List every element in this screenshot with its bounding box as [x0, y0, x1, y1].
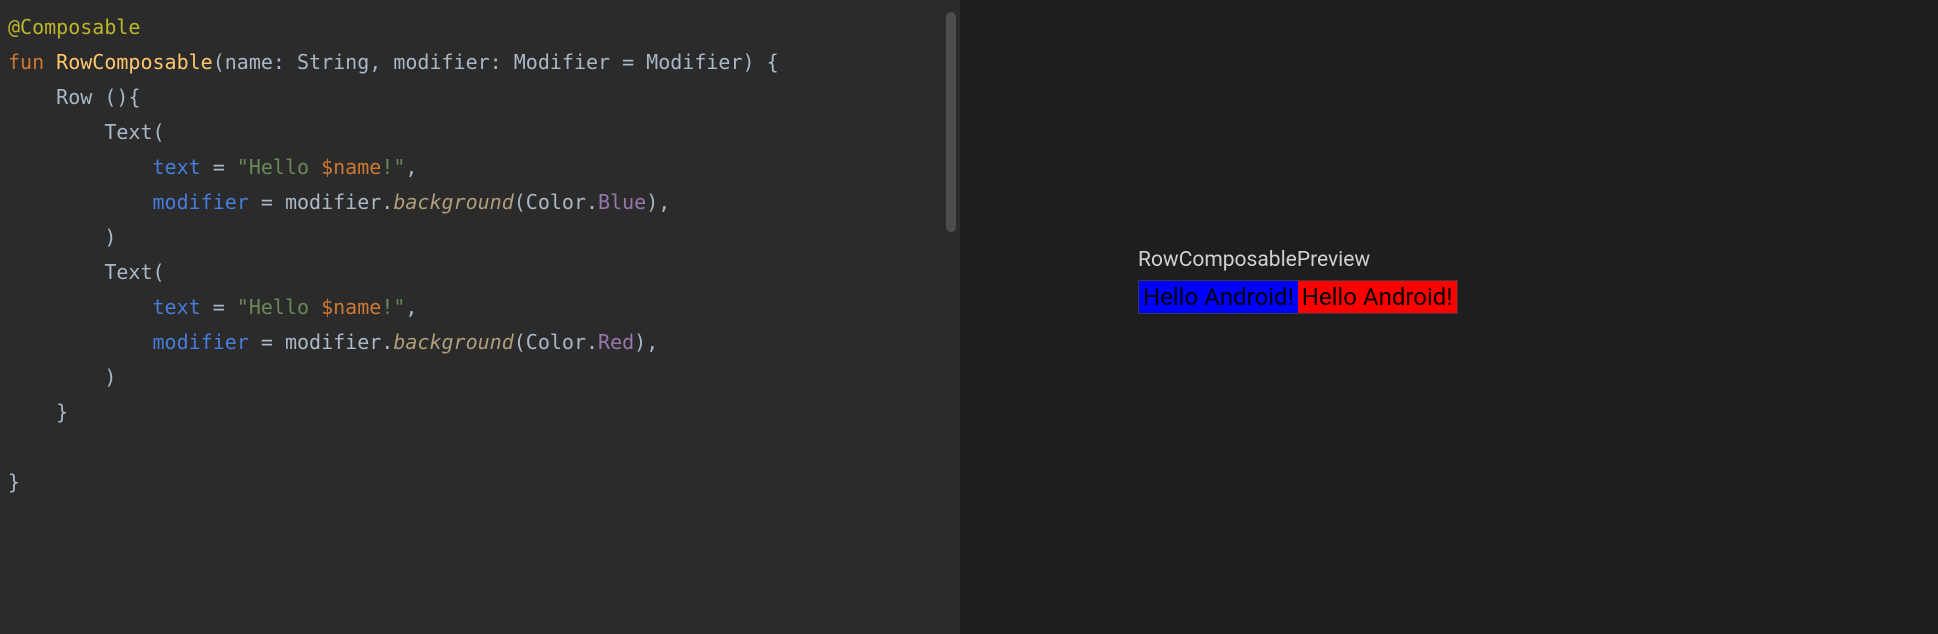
named-param-token: text: [153, 295, 201, 319]
keyword-token: fun: [8, 50, 44, 74]
template-var-token: $name: [321, 155, 381, 179]
code-line[interactable]: ): [8, 220, 960, 255]
indent: [8, 330, 153, 354]
named-param-token: modifier: [153, 330, 249, 354]
indent: [8, 190, 153, 214]
paren-token: (): [104, 85, 128, 109]
preview-text-blue: Hello Android!: [1139, 281, 1298, 313]
preview-text-red: Hello Android!: [1298, 281, 1457, 313]
method-token: background: [393, 330, 513, 354]
call-token: Text: [104, 120, 152, 144]
code-line[interactable]: modifier = modifier.background(Color.Red…: [8, 325, 960, 360]
brace-token: }: [8, 470, 20, 494]
editor-scrollbar[interactable]: [946, 12, 956, 232]
eq-token: =: [201, 295, 237, 319]
args-token: (Color.: [514, 330, 598, 354]
comma-token: ,: [405, 295, 417, 319]
code-line[interactable]: }: [8, 465, 960, 500]
eq-token: =: [201, 155, 237, 179]
paren-brace-token: ) {: [743, 50, 779, 74]
code-line[interactable]: text = "Hello $name!",: [8, 290, 960, 325]
indent: [8, 295, 153, 319]
paren-token: (: [213, 50, 225, 74]
code-line[interactable]: @Composable: [8, 10, 960, 45]
method-token: background: [393, 190, 513, 214]
compose-preview-pane: RowComposablePreview Hello Android! Hell…: [960, 0, 1938, 634]
named-param-token: text: [153, 155, 201, 179]
indent: [8, 85, 56, 109]
close-token: ),: [634, 330, 658, 354]
code-line[interactable]: Text(: [8, 255, 960, 290]
code-line[interactable]: }: [8, 395, 960, 430]
eq-token: = modifier.: [249, 330, 394, 354]
enum-token: Red: [598, 330, 634, 354]
close-token: ),: [646, 190, 670, 214]
paren-token: (: [153, 260, 165, 284]
indent: [8, 365, 104, 389]
eq-token: = modifier.: [249, 190, 394, 214]
annotation-token: @Composable: [8, 15, 140, 39]
string-token: !": [381, 295, 405, 319]
preview-title: RowComposablePreview: [1138, 248, 1370, 272]
paren-token: ): [104, 225, 116, 249]
string-token: "Hello: [237, 155, 321, 179]
code-line[interactable]: modifier = modifier.background(Color.Blu…: [8, 185, 960, 220]
code-line[interactable]: [8, 430, 960, 465]
code-line[interactable]: ): [8, 360, 960, 395]
paren-token: (: [153, 120, 165, 144]
preview-render-area: Hello Android! Hello Android!: [1138, 280, 1458, 314]
call-token: Row: [56, 85, 104, 109]
template-var-token: $name: [321, 295, 381, 319]
indent: [8, 155, 153, 179]
indent: [8, 260, 104, 284]
brace-token: {: [128, 85, 140, 109]
comma-token: ,: [405, 155, 417, 179]
indent: [8, 120, 104, 144]
string-token: !": [381, 155, 405, 179]
code-line[interactable]: Row (){: [8, 80, 960, 115]
args-token: (Color.: [514, 190, 598, 214]
named-param-token: modifier: [153, 190, 249, 214]
indent: [8, 400, 56, 424]
brace-token: }: [56, 400, 68, 424]
enum-token: Blue: [598, 190, 646, 214]
call-token: Text: [104, 260, 152, 284]
paren-token: ): [104, 365, 116, 389]
param-token: name: String, modifier: Modifier = Modif…: [225, 50, 743, 74]
code-line[interactable]: fun RowComposable(name: String, modifier…: [8, 45, 960, 80]
indent: [8, 225, 104, 249]
string-token: "Hello: [237, 295, 321, 319]
code-line[interactable]: Text(: [8, 115, 960, 150]
code-editor-pane[interactable]: @Composable fun RowComposable(name: Stri…: [0, 0, 960, 634]
code-line[interactable]: text = "Hello $name!",: [8, 150, 960, 185]
function-name-token: RowComposable: [44, 50, 213, 74]
